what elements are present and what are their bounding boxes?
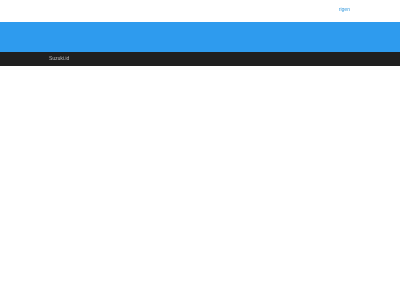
top-header-strip: rigen: [0, 0, 400, 22]
top-header-link[interactable]: rigen: [339, 7, 350, 14]
navigation-bar: Suzuki.id: [0, 52, 400, 66]
page: rigen Suzuki.id: [0, 0, 400, 300]
main-content-area: [0, 66, 400, 300]
nav-item[interactable]: Suzuki.id: [49, 55, 69, 63]
blue-banner: [0, 22, 400, 52]
